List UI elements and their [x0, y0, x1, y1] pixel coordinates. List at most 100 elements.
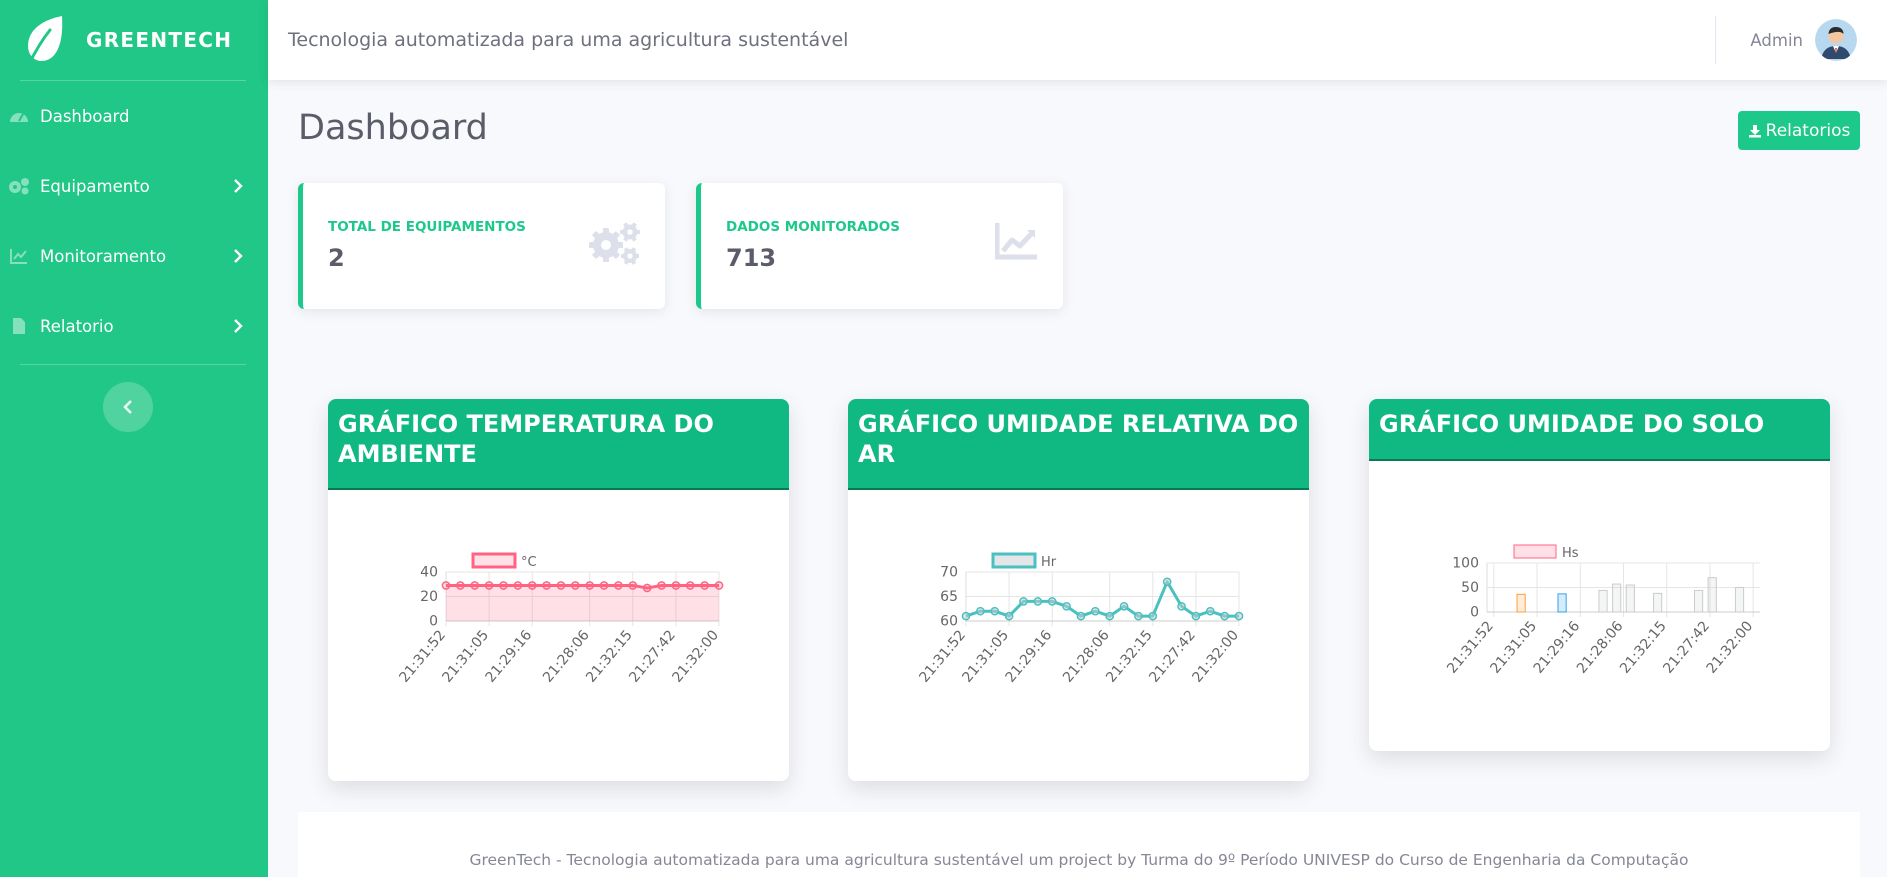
- topbar: Tecnologia automatizada para uma agricul…: [268, 0, 1887, 80]
- data-point: [714, 581, 724, 590]
- data-point: [441, 581, 451, 590]
- series-line: [965, 580, 1239, 618]
- chevron-right-icon: [234, 319, 243, 333]
- x-tick-label: 21:32:00: [1704, 618, 1757, 676]
- sidebar-item-relatorio[interactable]: Relatorio: [0, 291, 268, 361]
- cogs-icon: [589, 222, 640, 265]
- data-point: [1191, 611, 1201, 621]
- bar: [1707, 577, 1717, 613]
- legend-label: Hr: [1041, 555, 1057, 570]
- data-point: [513, 581, 523, 590]
- stat-value: 713: [726, 244, 777, 272]
- bar: [1598, 589, 1608, 613]
- brand-link[interactable]: GREENTECH: [0, 0, 268, 80]
- data-point: [1047, 597, 1057, 606]
- sidebar-item-dashboard[interactable]: Dashboard: [0, 81, 268, 151]
- temperature-chart: °C0204021:31:5221:31:0521:29:16 21:28:062…: [396, 552, 724, 686]
- bar: [1734, 587, 1745, 613]
- data-point: [1105, 611, 1115, 621]
- data-point: [470, 581, 480, 590]
- bar: [1625, 584, 1635, 613]
- data-point: [556, 581, 566, 590]
- chart-line-icon: [8, 247, 30, 265]
- topbar-divider: [1715, 16, 1717, 64]
- chart-card-umidade-solo: GRÁFICO UMIDADE DO SOLO Hs 0 50 100 21:31:52…: [1369, 399, 1830, 751]
- data-point: [1177, 601, 1186, 611]
- y-tick-label: 50: [1461, 580, 1479, 596]
- sidebar-item-label: Monitoramento: [40, 246, 167, 266]
- data-point: [1234, 611, 1244, 621]
- file-icon: [8, 317, 30, 335]
- chart-body: Hr 60 65 70 21:31:52 21:31:05 21:29:16 21:28:06…: [848, 490, 1309, 781]
- legend-label: Hs: [1562, 546, 1579, 561]
- sidebar-item-label: Relatorio: [40, 316, 114, 336]
- data-point: [1062, 601, 1071, 611]
- stat-card-equipamentos: TOTAL DE EQUIPAMENTOS 2: [298, 183, 665, 309]
- reports-button-label: Relatorios: [1765, 120, 1851, 141]
- brand-name: GREENTECH: [86, 28, 233, 52]
- avatar[interactable]: [1815, 19, 1857, 61]
- data-point: [976, 606, 985, 616]
- stat-label: DADOS MONITORADOS: [726, 219, 900, 235]
- x-tick-label: 21:29:16: [1003, 627, 1056, 686]
- chevron-right-icon: [234, 249, 243, 263]
- data-point: [570, 581, 580, 590]
- chevron-left-icon: [123, 400, 132, 414]
- sidebar-item-monitoramento[interactable]: Monitoramento: [0, 221, 268, 291]
- sidebar: GREENTECH Dashboard Equipamento Monitora…: [0, 0, 268, 877]
- data-point: [1019, 597, 1028, 606]
- y-tick-label: 100: [1452, 556, 1479, 572]
- data-point: [1076, 611, 1086, 621]
- data-point: [1119, 601, 1129, 611]
- area-fill: [446, 585, 719, 621]
- footer-text: GreenTech - Tecnologia automatizada para…: [469, 851, 1689, 869]
- data-point: [671, 581, 681, 590]
- y-tick-label: 65: [940, 589, 958, 605]
- stat-card-dados: DADOS MONITORADOS 713: [696, 183, 1063, 309]
- stat-value: 2: [328, 244, 345, 272]
- sidebar-toggle-button[interactable]: [103, 382, 153, 432]
- bar: [1653, 592, 1663, 613]
- chart-title: GRÁFICO TEMPERATURA DO AMBIENTE: [328, 399, 789, 490]
- data-point: [1004, 611, 1014, 621]
- data-point: [527, 581, 537, 590]
- download-icon: [1748, 124, 1761, 137]
- air-humidity-chart: Hr60657021:31:5221:31:0521:29:16 21:28:06…: [916, 552, 1244, 686]
- user-avatar-icon: [1815, 19, 1857, 61]
- sidebar-item-label: Dashboard: [40, 106, 130, 126]
- footer: GreenTech - Tecnologia automatizada para…: [298, 812, 1860, 877]
- data-point: [1205, 606, 1215, 616]
- x-tick-label: 21:29:16: [483, 627, 536, 686]
- chart-title: GRÁFICO UMIDADE RELATIVA DO AR: [848, 399, 1309, 490]
- bar: [1557, 593, 1567, 613]
- y-tick-label: 60: [940, 614, 958, 630]
- data-point: [456, 581, 465, 590]
- data-point: [685, 581, 695, 590]
- chart-card-temperatura: GRÁFICO TEMPERATURA DO AMBIENTE °C 0 20 40 2…: [328, 399, 789, 781]
- data-point: [628, 581, 638, 590]
- y-tick-label: 70: [940, 565, 958, 581]
- reports-download-button[interactable]: Relatorios: [1738, 111, 1860, 150]
- user-name[interactable]: Admin: [1750, 31, 1803, 50]
- chart-body: Hs 0 50 100 21:31:52 21:31:05 21:29:16 21:28:06…: [1369, 461, 1830, 751]
- data-point: [499, 581, 508, 590]
- data-point: [585, 581, 595, 590]
- data-point: [542, 581, 551, 590]
- sidebar-item-equipamento[interactable]: Equipamento: [0, 151, 268, 221]
- leaf-icon: [27, 16, 63, 66]
- chart-title: GRÁFICO UMIDADE DO SOLO: [1369, 399, 1830, 461]
- sidebar-item-label: Equipamento: [40, 176, 150, 196]
- topbar-subtitle: Tecnologia automatizada para uma agricul…: [288, 29, 849, 51]
- data-point: [1162, 577, 1172, 587]
- data-point: [1148, 611, 1158, 621]
- chart-body: °C 0 20 40 21:31:52 21:31:05 21:29:16 21:28:06 2…: [328, 490, 789, 781]
- data-point: [614, 581, 623, 590]
- data-point: [961, 611, 971, 621]
- y-tick-label: 0: [1470, 605, 1479, 621]
- tachometer-icon: [8, 107, 30, 125]
- x-tick-label: 21:32:00: [1189, 627, 1242, 685]
- data-point: [1134, 611, 1143, 621]
- bar: [1612, 583, 1622, 613]
- data-point: [1033, 597, 1043, 606]
- x-tick-label: 21:32:00: [669, 627, 722, 685]
